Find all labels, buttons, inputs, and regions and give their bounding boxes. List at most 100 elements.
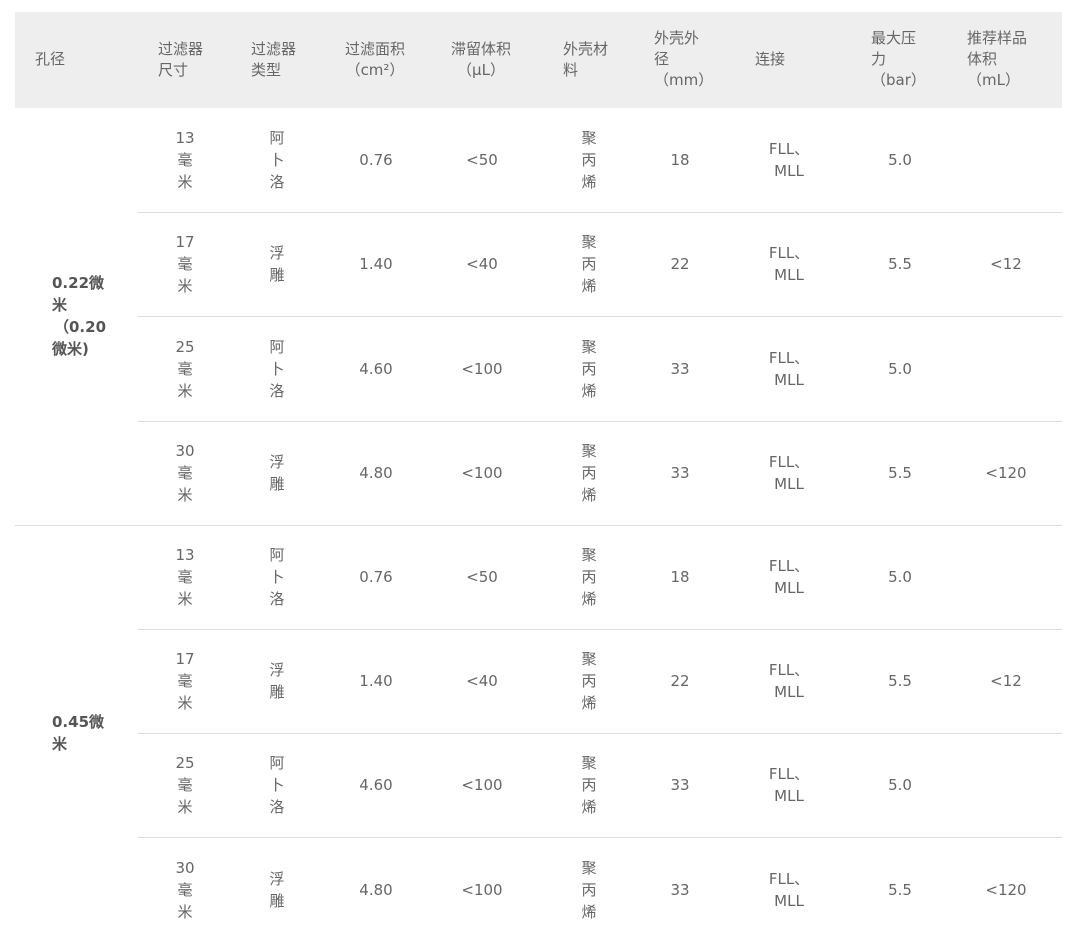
cell-pressure: 5.5 (888, 880, 912, 899)
cell-housing-line: 聚 (581, 337, 597, 356)
cell-type: 阿卜洛 (257, 336, 297, 402)
cell-pressure: 5.0 (888, 359, 912, 378)
cell-holdup: <50 (466, 567, 498, 586)
cell-size-line: 毫 (177, 255, 193, 274)
cell-conn: FLL、 MLL (759, 555, 819, 599)
cell-conn: FLL、 MLL (759, 242, 819, 286)
cell-housing-line: 丙 (581, 776, 597, 795)
cell-conn-line: FLL、 (768, 869, 810, 888)
cell-type-line: 卜 (269, 776, 285, 795)
cell-holdup: <100 (461, 359, 503, 378)
cell-conn-line: MLL (774, 683, 804, 702)
cell-type: 浮雕 (257, 242, 297, 286)
cell-size-line: 17 (175, 233, 195, 252)
cell-area: 0.76 (359, 567, 393, 586)
cell-size: 13 毫米 (155, 544, 215, 610)
cell-size-line: 毫 (177, 567, 193, 586)
cell-od: 33 (670, 776, 690, 795)
cell-size: 30 毫米 (155, 857, 215, 923)
header-text: 过滤器 (158, 40, 204, 58)
cell-size: 30 毫米 (155, 440, 215, 506)
cell-conn-line: MLL (774, 787, 804, 806)
cell-conn-line: MLL (774, 578, 804, 597)
cell-holdup: <100 (461, 776, 503, 795)
cell-type-line: 洛 (269, 173, 285, 192)
cell-type: 浮雕 (257, 659, 297, 703)
cell-holdup: <50 (466, 151, 498, 170)
header-text: 过滤面积 (344, 40, 405, 58)
cell-area: 4.80 (359, 880, 393, 899)
cell-type-line: 雕 (269, 891, 285, 910)
row-divider (138, 212, 1062, 213)
cell-housing-line: 烯 (581, 798, 597, 817)
cell-od: 22 (670, 255, 690, 274)
header-text: （bar） (871, 71, 926, 89)
cell-type-line: 卜 (269, 151, 285, 170)
cell-size: 25 毫米 (155, 752, 215, 818)
cell-pressure: 5.0 (888, 776, 912, 795)
group-divider (15, 525, 1062, 526)
cell-housing-line: 烯 (581, 173, 597, 192)
cell-size: 17 毫米 (155, 648, 215, 714)
row-divider (138, 837, 1062, 838)
cell-pressure: 5.5 (888, 463, 912, 482)
pore-size-group-label: 0.22微米 （0.20 微米) (52, 272, 106, 360)
cell-housing-line: 聚 (581, 545, 597, 564)
cell-type-line: 卜 (269, 567, 285, 586)
cell-size-line: 30 (175, 441, 195, 460)
cell-holdup: <40 (466, 255, 498, 274)
cell-conn-line: FLL、 (768, 348, 810, 367)
cell-size-line: 毫 (177, 151, 193, 170)
header-text: 推荐样品 (967, 29, 1028, 47)
cell-size-line: 米 (177, 485, 193, 504)
cell-housing-line: 聚 (581, 858, 597, 877)
cell-housing-line: 聚 (581, 754, 597, 773)
cell-size-line: 米 (177, 277, 193, 296)
cell-size-line: 米 (177, 589, 193, 608)
cell-od: 33 (670, 359, 690, 378)
cell-conn: FLL、 MLL (759, 138, 819, 182)
cell-size: 13 毫米 (155, 127, 215, 193)
cell-size-line: 毫 (177, 672, 193, 691)
cell-pressure: 5.0 (888, 151, 912, 170)
pore-size-group-label: 0.45微米 (52, 711, 104, 755)
header-text: 外壳材 (563, 40, 609, 58)
cell-housing-line: 丙 (581, 463, 597, 482)
cell-housing: 聚丙烯 (569, 231, 609, 297)
table-header-row: 孔径 过滤器 尺寸 过滤器 类型 过滤面积 （cm²） 滞留体积 （µL） 外壳… (15, 12, 1062, 108)
cell-type-line: 阿 (269, 754, 285, 773)
cell-type-line: 浮 (269, 244, 285, 263)
cell-housing-line: 丙 (581, 151, 597, 170)
cell-size-line: 25 (175, 337, 195, 356)
cell-conn-line: FLL、 (768, 140, 810, 159)
cell-conn-line: FLL、 (768, 661, 810, 680)
cell-size-line: 毫 (177, 776, 193, 795)
header-text: 体积 (967, 50, 998, 68)
cell-od: 18 (670, 151, 690, 170)
header-text: 径 (654, 50, 670, 68)
cell-area: 0.76 (359, 151, 393, 170)
cell-conn-line: MLL (774, 162, 804, 181)
cell-housing-line: 丙 (581, 567, 597, 586)
cell-od: 18 (670, 567, 690, 586)
cell-type-line: 浮 (269, 661, 285, 680)
cell-conn: FLL、 MLL (759, 347, 819, 391)
cell-conn: FLL、 MLL (759, 868, 819, 912)
cell-size-line: 25 (175, 754, 195, 773)
cell-housing-line: 聚 (581, 650, 597, 669)
cell-conn-line: MLL (774, 891, 804, 910)
cell-conn: FLL、 MLL (759, 659, 819, 703)
cell-od: 33 (670, 880, 690, 899)
cell-area: 4.80 (359, 463, 393, 482)
cell-size-line: 米 (177, 694, 193, 713)
cell-housing-line: 聚 (581, 233, 597, 252)
header-text: 力 (871, 50, 887, 68)
header-text: 料 (563, 61, 579, 79)
cell-type: 阿卜洛 (257, 752, 297, 818)
cell-housing: 聚丙烯 (569, 752, 609, 818)
cell-od: 33 (670, 463, 690, 482)
cell-type-line: 洛 (269, 798, 285, 817)
cell-housing: 聚丙烯 (569, 127, 609, 193)
cell-size-line: 米 (177, 173, 193, 192)
cell-conn-line: MLL (774, 266, 804, 285)
